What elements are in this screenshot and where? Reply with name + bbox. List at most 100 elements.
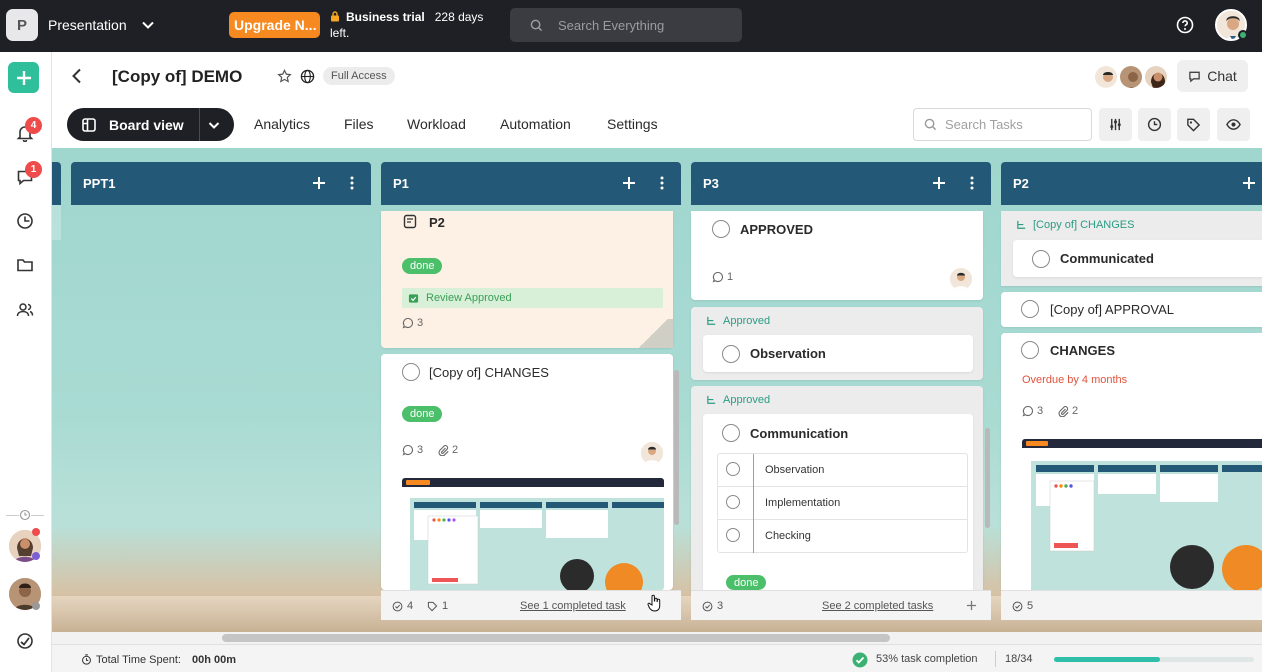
task-card[interactable]: [Copy of] APPROVAL: [1001, 292, 1262, 327]
task-checkbox[interactable]: [722, 424, 740, 442]
plus-icon: [16, 70, 31, 85]
task-card[interactable]: CHANGES Overdue by 4 months 3 2: [1001, 333, 1262, 590]
attachment-thumbnail[interactable]: [1022, 439, 1262, 590]
trial-days: 228 days: [434, 10, 484, 24]
task-card[interactable]: APPROVED 1: [691, 211, 983, 300]
subtask-item[interactable]: Checking: [718, 520, 967, 553]
subtask-checkbox[interactable]: [726, 528, 740, 542]
add-task-icon[interactable]: [931, 175, 947, 191]
task-search-input[interactable]: [945, 117, 1085, 132]
more-vertical-icon[interactable]: [344, 175, 360, 191]
workspace-avatar[interactable]: P: [6, 9, 38, 41]
more-vertical-icon[interactable]: [964, 175, 980, 191]
subtask-checkbox[interactable]: [726, 495, 740, 509]
completion-progress-bar: [1054, 657, 1254, 662]
assignee-avatar[interactable]: [950, 268, 972, 290]
filter-button[interactable]: [1099, 108, 1132, 141]
status-done-badge[interactable]: done: [726, 575, 767, 590]
task-search[interactable]: [913, 108, 1092, 141]
add-task-icon[interactable]: [621, 175, 637, 191]
add-task-icon[interactable]: [311, 175, 327, 191]
more-vertical-icon[interactable]: [654, 175, 670, 191]
add-task-icon[interactable]: [1241, 175, 1257, 191]
task-checkbox[interactable]: [402, 363, 420, 381]
time-tracking-icon[interactable]: [16, 212, 34, 230]
group-label[interactable]: [Copy of] CHANGES: [1016, 219, 1134, 231]
trial-suffix: left.: [330, 26, 350, 40]
subtask-icon: [707, 316, 716, 325]
subtask-icon: [1017, 220, 1026, 229]
group-label[interactable]: Approved: [706, 315, 770, 327]
star-icon[interactable]: [277, 69, 292, 84]
task-card[interactable]: P2 done Review Approved 3: [381, 211, 673, 348]
column-title: P3: [703, 176, 719, 191]
board-horizontal-scrollbar[interactable]: [52, 632, 1262, 644]
subtask-checkbox[interactable]: [726, 462, 740, 476]
online-status-dot: [1238, 30, 1248, 40]
status-done-badge[interactable]: done: [402, 406, 443, 422]
workspace-name[interactable]: Presentation: [48, 17, 127, 33]
task-group: Approved Communication Observation Imple…: [691, 386, 983, 596]
see-completed-link[interactable]: See 2 completed tasks: [822, 600, 933, 612]
tab-automation[interactable]: Automation: [500, 116, 571, 132]
teammate-role-dot: [32, 552, 40, 560]
member-avatar[interactable]: [1118, 64, 1144, 90]
task-card[interactable]: Communicated: [1013, 240, 1262, 277]
subtask-item[interactable]: Observation: [718, 454, 967, 487]
tab-analytics[interactable]: Analytics: [254, 116, 310, 132]
help-icon[interactable]: [1176, 16, 1194, 34]
scrollbar-thumb[interactable]: [222, 634, 890, 642]
visibility-button[interactable]: [1217, 108, 1250, 141]
completed-count: 5: [1012, 600, 1033, 612]
task-checkbox[interactable]: [1021, 341, 1039, 359]
note-icon: [403, 214, 417, 229]
completion-progress-fill: [1054, 657, 1160, 662]
subtask-icon: [707, 395, 716, 404]
chevron-down-icon[interactable]: [140, 17, 156, 33]
team-icon[interactable]: [16, 301, 34, 319]
add-button[interactable]: [8, 62, 39, 93]
task-checkbox[interactable]: [722, 345, 740, 363]
task-checkbox[interactable]: [1021, 300, 1039, 318]
upgrade-button[interactable]: Upgrade N...: [229, 12, 320, 38]
back-arrow-icon[interactable]: [70, 68, 84, 84]
tab-files[interactable]: Files: [344, 116, 374, 132]
tags-button[interactable]: [1177, 108, 1210, 141]
assignee-avatar[interactable]: [641, 442, 663, 464]
column-footer: 4 1 See 1 completed task: [381, 590, 681, 620]
column-scrollbar[interactable]: [674, 370, 679, 525]
chat-button[interactable]: Chat: [1177, 60, 1248, 92]
column-header[interactable]: P2: [1001, 162, 1262, 205]
chevron-down-icon[interactable]: [207, 118, 221, 132]
workspace-switch-icon[interactable]: [16, 632, 34, 650]
tab-workload[interactable]: Workload: [407, 116, 466, 132]
project-title: [Copy of] DEMO: [112, 67, 243, 86]
globe-icon[interactable]: [300, 69, 315, 84]
see-completed-link[interactable]: See 1 completed task: [520, 600, 626, 612]
eye-icon: [1226, 119, 1241, 130]
task-checkbox[interactable]: [712, 220, 730, 238]
board-view-selector[interactable]: Board view: [67, 108, 234, 141]
review-approved-tag[interactable]: Review Approved: [402, 288, 663, 308]
column-scrollbar[interactable]: [985, 428, 990, 528]
task-checkbox[interactable]: [1032, 250, 1050, 268]
global-search[interactable]: [510, 8, 742, 42]
status-done-badge[interactable]: done: [402, 258, 443, 274]
approved-icon: [408, 293, 419, 303]
attachment-thumbnail[interactable]: [402, 478, 664, 590]
completed-count: 3: [702, 600, 723, 612]
comment-icon: [402, 317, 413, 329]
member-avatar[interactable]: [1093, 64, 1119, 90]
task-card[interactable]: Observation: [703, 335, 973, 372]
add-icon[interactable]: [966, 600, 977, 611]
global-search-input[interactable]: [558, 17, 728, 33]
task-card[interactable]: [Copy of] CHANGES done 3 2: [381, 354, 673, 590]
group-label[interactable]: Approved: [706, 394, 770, 406]
subtask-item[interactable]: Implementation: [718, 487, 967, 520]
folder-icon[interactable]: [16, 256, 34, 274]
task-card[interactable]: Communication Observation Implementation…: [703, 414, 973, 596]
subtask-list: Observation Implementation Checking: [717, 453, 968, 553]
member-avatar[interactable]: [1143, 64, 1169, 90]
time-filter-button[interactable]: [1138, 108, 1171, 141]
tab-settings[interactable]: Settings: [607, 116, 658, 132]
